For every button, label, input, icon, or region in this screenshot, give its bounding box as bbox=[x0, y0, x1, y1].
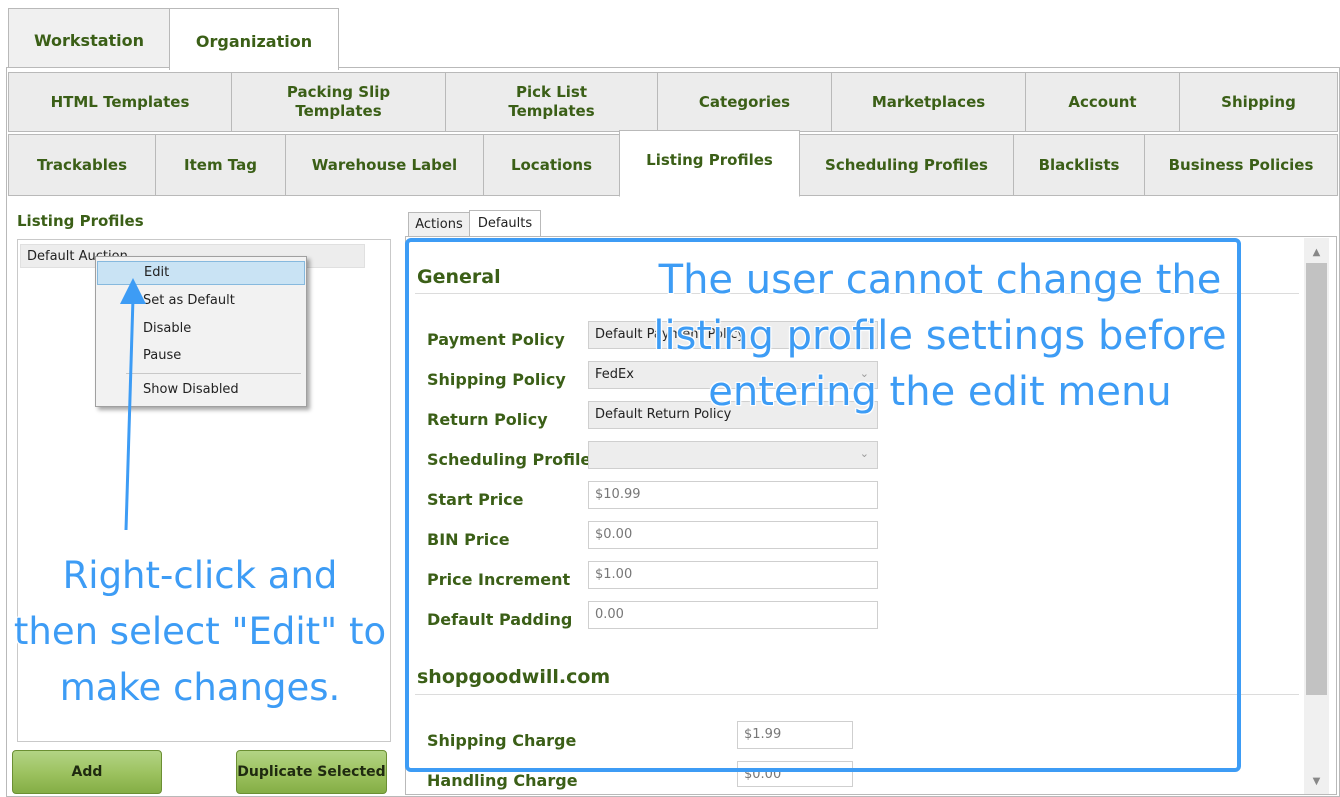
annotation-line: then select "Edit" to bbox=[13, 610, 387, 653]
scheduling-profile-select[interactable]: ⌄ bbox=[588, 441, 878, 469]
scrollbar-thumb[interactable] bbox=[1306, 263, 1327, 695]
bin-price-label: BIN Price bbox=[427, 530, 510, 549]
tab-locations[interactable]: Locations bbox=[483, 134, 620, 196]
scheduling-profile-label: Scheduling Profile bbox=[427, 450, 592, 469]
tab-defaults[interactable]: Defaults bbox=[469, 210, 541, 237]
tab-marketplaces[interactable]: Marketplaces bbox=[831, 72, 1026, 132]
chevron-down-icon: ⌄ bbox=[859, 447, 869, 460]
handling-charge-input[interactable]: $0.00 bbox=[737, 761, 853, 787]
annotation-line: listing profile settings before bbox=[653, 313, 1227, 359]
tab-pick-list-templates[interactable]: Pick List Templates bbox=[445, 72, 658, 132]
tab-packing-slip-templates[interactable]: Packing Slip Templates bbox=[231, 72, 446, 132]
tab-workstation[interactable]: Workstation bbox=[8, 8, 170, 68]
shipping-policy-value: FedEx bbox=[595, 367, 634, 382]
tab-shipping[interactable]: Shipping bbox=[1179, 72, 1338, 132]
duplicate-selected-button[interactable]: Duplicate Selected bbox=[236, 750, 387, 794]
tab-label: Packing Slip Templates bbox=[286, 83, 391, 120]
price-increment-input[interactable]: $1.00 bbox=[588, 561, 878, 589]
tab-categories[interactable]: Categories bbox=[657, 72, 832, 132]
annotation-right-text: The user cannot change the listing profi… bbox=[640, 252, 1240, 420]
tab-item-tag[interactable]: Item Tag bbox=[155, 134, 286, 196]
annotation-line: The user cannot change the bbox=[658, 257, 1222, 303]
default-padding-input[interactable]: 0.00 bbox=[588, 601, 878, 629]
scroll-down-icon[interactable]: ▼ bbox=[1304, 770, 1329, 792]
tab-html-templates[interactable]: HTML Templates bbox=[8, 72, 232, 132]
general-section-title: General bbox=[417, 266, 501, 288]
menu-separator bbox=[126, 373, 301, 374]
shipping-charge-input[interactable]: $1.99 bbox=[737, 721, 853, 749]
scroll-up-icon[interactable]: ▲ bbox=[1304, 241, 1329, 263]
annotation-line: Right-click and bbox=[62, 554, 338, 597]
section-divider bbox=[415, 694, 1299, 695]
tab-business-policies[interactable]: Business Policies bbox=[1144, 134, 1338, 196]
add-button[interactable]: Add bbox=[12, 750, 162, 794]
handling-charge-label: Handling Charge bbox=[427, 771, 578, 790]
shipping-charge-label: Shipping Charge bbox=[427, 731, 577, 750]
start-price-label: Start Price bbox=[427, 490, 524, 509]
shopgoodwill-section-title: shopgoodwill.com bbox=[417, 666, 611, 688]
annotation-line: entering the edit menu bbox=[708, 369, 1172, 415]
tab-label: Pick List Templates bbox=[508, 83, 595, 120]
bin-price-input[interactable]: $0.00 bbox=[588, 521, 878, 549]
listing-profiles-title: Listing Profiles bbox=[17, 212, 144, 230]
annotation-arrow-icon bbox=[120, 278, 146, 531]
tab-organization[interactable]: Organization bbox=[169, 8, 339, 70]
default-padding-label: Default Padding bbox=[427, 610, 573, 629]
tab-trackables[interactable]: Trackables bbox=[8, 134, 156, 196]
price-increment-label: Price Increment bbox=[427, 570, 571, 589]
tab-warehouse-label[interactable]: Warehouse Label bbox=[285, 134, 484, 196]
tab-scheduling-profiles[interactable]: Scheduling Profiles bbox=[799, 134, 1014, 196]
tab-account[interactable]: Account bbox=[1025, 72, 1180, 132]
annotation-line: make changes. bbox=[59, 666, 341, 709]
tab-listing-profiles[interactable]: Listing Profiles bbox=[619, 130, 800, 197]
annotation-left-text: Right-click and then select "Edit" to ma… bbox=[0, 548, 400, 716]
shipping-policy-label: Shipping Policy bbox=[427, 370, 566, 389]
return-policy-label: Return Policy bbox=[427, 410, 548, 429]
tab-blacklists[interactable]: Blacklists bbox=[1013, 134, 1145, 196]
tab-actions[interactable]: Actions bbox=[408, 212, 470, 237]
payment-policy-label: Payment Policy bbox=[427, 330, 565, 349]
start-price-input[interactable]: $10.99 bbox=[588, 481, 878, 509]
